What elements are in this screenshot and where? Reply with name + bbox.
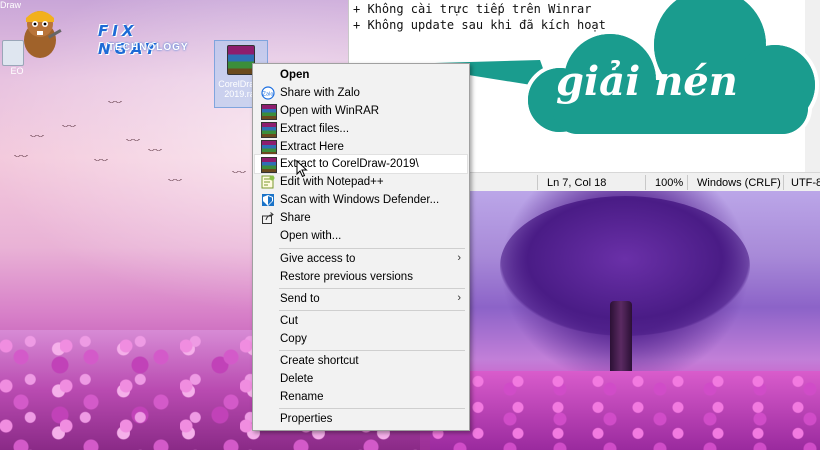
winrar-icon <box>227 45 255 75</box>
menu-item-label: Delete <box>280 373 314 385</box>
bird-icon: 〰 <box>30 131 44 141</box>
cursor-position: Ln 7, Col 18 <box>547 177 607 189</box>
menu-item-open-winrar[interactable]: Open with WinRAR <box>255 102 467 120</box>
svg-text:Zalo: Zalo <box>263 92 274 98</box>
notepadpp-icon <box>261 175 275 189</box>
menu-item-cut[interactable]: Cut <box>255 312 467 330</box>
line-ending: Windows (CRLF) <box>697 177 781 189</box>
bird-icon: 〰 <box>148 145 162 155</box>
menu-separator <box>279 248 465 249</box>
desktop-icon-label: EO <box>10 66 24 76</box>
menu-item-label: Share with Zalo <box>280 87 360 99</box>
winrar-icon <box>261 140 277 156</box>
menu-item-share-zalo[interactable]: Zalo Share with Zalo <box>255 84 467 102</box>
chevron-right-icon: › <box>457 292 461 304</box>
encoding: UTF-8 <box>791 177 820 189</box>
menu-item-label: Cut <box>280 315 298 327</box>
winrar-icon <box>261 122 277 138</box>
menu-item-label: Give access to <box>280 253 356 265</box>
chevron-right-icon: › <box>457 252 461 264</box>
context-menu: Open Zalo Share with Zalo Open with WinR… <box>252 63 470 431</box>
menu-item-give-access[interactable]: Give access to › <box>255 250 467 268</box>
beaver-mascot-icon <box>24 11 62 58</box>
bird-icon: 〰 <box>108 97 122 107</box>
menu-item-copy[interactable]: Copy <box>255 330 467 348</box>
zalo-icon: Zalo <box>261 86 275 100</box>
menu-item-restore-versions[interactable]: Restore previous versions <box>255 268 467 286</box>
menu-item-label: Open with... <box>280 230 342 242</box>
menu-item-open[interactable]: Open <box>255 66 467 84</box>
menu-item-label: Extract files... <box>280 123 350 135</box>
menu-item-send-to[interactable]: Send to › <box>255 290 467 308</box>
menu-item-extract-to-folder[interactable]: Extract to CorelDraw-2019\ <box>254 154 468 174</box>
flower-field <box>430 371 820 450</box>
menu-separator <box>279 350 465 351</box>
menu-item-label: Create shortcut <box>280 355 359 367</box>
menu-item-label: Open with WinRAR <box>280 105 380 117</box>
menu-item-label: Extract Here <box>280 141 344 153</box>
menu-item-delete[interactable]: Delete <box>255 370 467 388</box>
menu-item-open-with[interactable]: Open with... <box>255 227 467 245</box>
menu-separator <box>279 310 465 311</box>
winrar-icon <box>261 157 277 173</box>
bird-icon: 〰 <box>94 155 108 165</box>
menu-item-share[interactable]: Share <box>255 209 467 227</box>
bird-icon: 〰 <box>62 121 76 131</box>
menu-item-edit-notepadpp[interactable]: Edit with Notepad++ <box>255 173 467 191</box>
menu-item-label: Share <box>280 212 311 224</box>
menu-separator <box>279 288 465 289</box>
defender-icon <box>262 194 274 206</box>
bird-icon: 〰 <box>232 167 246 177</box>
share-icon <box>262 212 274 224</box>
menu-item-label: Restore previous versions <box>280 271 413 283</box>
menu-item-label: Rename <box>280 391 324 403</box>
menu-item-scan-defender[interactable]: Scan with Windows Defender... <box>255 191 467 209</box>
bird-icon: 〰 <box>126 135 140 145</box>
zoom-level: 100% <box>655 177 684 189</box>
menu-item-label: Copy <box>280 333 307 345</box>
winrar-icon <box>261 104 277 120</box>
menu-item-label: Scan with Windows Defender... <box>280 194 440 206</box>
menu-item-label: Properties <box>280 413 333 425</box>
notepad-status-bar: Ln 7, Col 18 100% Windows (CRLF) UTF-8 <box>465 172 820 193</box>
logo-subtitle: TECHNOLOGY <box>108 42 189 53</box>
menu-separator <box>279 408 465 409</box>
tree-photo <box>430 191 820 450</box>
menu-item-label: Open <box>280 69 310 81</box>
bird-icon: 〰 <box>168 175 182 185</box>
fixngay-logo: FIX NGAY TECHNOLOGY <box>8 4 188 64</box>
menu-item-rename[interactable]: Rename <box>255 388 467 406</box>
menu-item-extract-here[interactable]: Extract Here <box>255 138 467 156</box>
menu-item-label: Send to <box>280 293 320 305</box>
callout-text: giải nén <box>556 58 738 105</box>
menu-item-extract-files[interactable]: Extract files... <box>255 120 467 138</box>
menu-item-create-shortcut[interactable]: Create shortcut <box>255 352 467 370</box>
menu-item-properties[interactable]: Properties <box>255 410 467 428</box>
bird-icon: 〰 <box>14 151 28 161</box>
mouse-pointer-icon <box>296 160 308 178</box>
